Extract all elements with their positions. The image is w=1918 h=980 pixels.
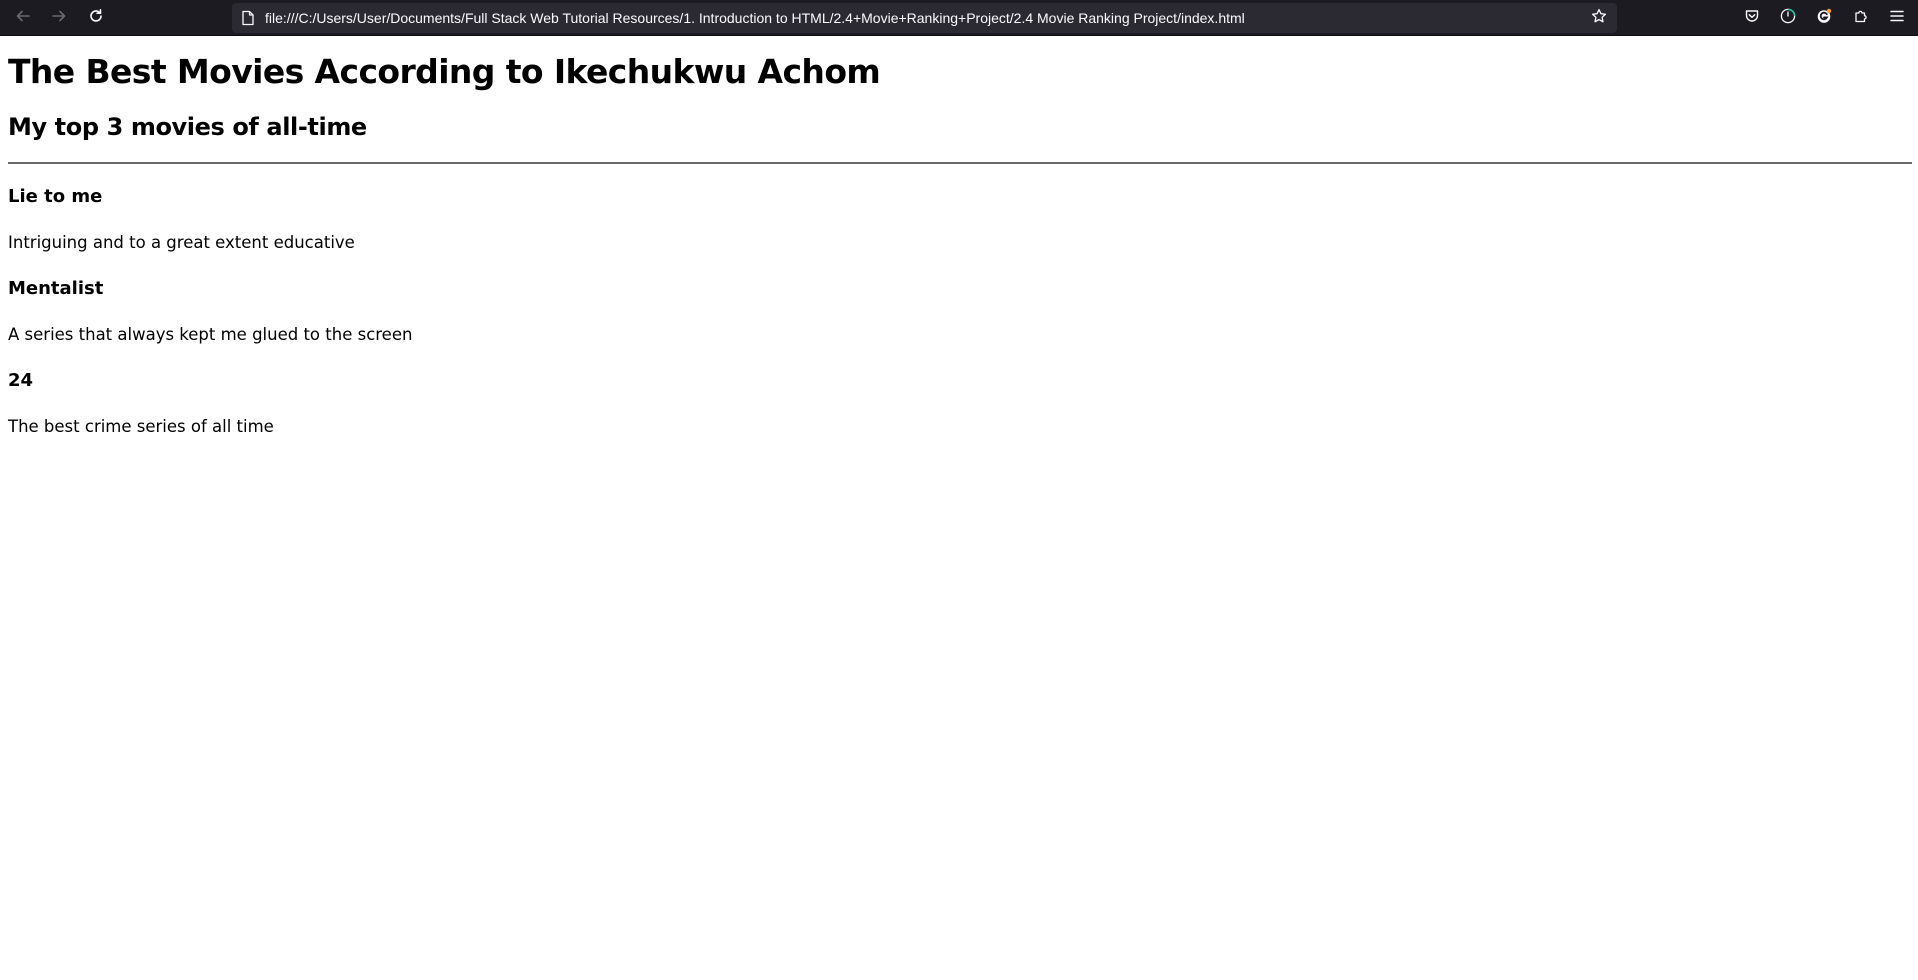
browser-toolbar: file:///C:/Users/User/Documents/Full Sta… bbox=[0, 0, 1918, 36]
pocket-button[interactable] bbox=[1738, 4, 1766, 32]
movie-description: A series that always kept me glued to th… bbox=[8, 325, 413, 344]
star-icon bbox=[1591, 8, 1607, 28]
puzzle-icon bbox=[1853, 8, 1869, 28]
url-text[interactable]: file:///C:/Users/User/Documents/Full Sta… bbox=[265, 3, 1565, 33]
app-menu-button[interactable] bbox=[1883, 4, 1911, 32]
extension-badge-icon bbox=[1816, 8, 1832, 28]
movie-title: Mentalist bbox=[8, 278, 104, 299]
movie-description: The best crime series of all time bbox=[8, 417, 274, 436]
back-arrow-icon bbox=[15, 8, 31, 28]
hamburger-menu-icon bbox=[1889, 8, 1905, 28]
extensions-button[interactable] bbox=[1847, 4, 1875, 32]
pocket-icon bbox=[1744, 8, 1760, 28]
movie-title: 24 bbox=[8, 370, 34, 391]
page-title: The Best Movies According to Ikechukwu A… bbox=[8, 52, 881, 91]
page-icon bbox=[240, 10, 256, 26]
extension-button[interactable] bbox=[1810, 4, 1838, 32]
page-content: The Best Movies According to Ikechukwu A… bbox=[0, 36, 1918, 980]
divider bbox=[8, 162, 1912, 164]
page-subtitle: My top 3 movies of all-time bbox=[8, 113, 367, 141]
movie-entry: Lie to me Intriguing and to a great exte… bbox=[8, 185, 1910, 255]
movie-entry: 24 The best crime series of all time bbox=[8, 369, 1910, 439]
movie-description: Intriguing and to a great extent educati… bbox=[8, 233, 355, 252]
forward-arrow-icon bbox=[51, 8, 67, 28]
back-button[interactable] bbox=[9, 4, 37, 32]
movie-title: Lie to me bbox=[8, 186, 103, 207]
reload-button[interactable] bbox=[82, 4, 110, 32]
forward-button[interactable] bbox=[45, 4, 73, 32]
reload-icon bbox=[88, 8, 104, 28]
account-button[interactable] bbox=[1774, 4, 1802, 32]
account-icon bbox=[1780, 8, 1796, 28]
movie-entry: Mentalist A series that always kept me g… bbox=[8, 277, 1910, 347]
bookmark-star-button[interactable] bbox=[1587, 6, 1611, 30]
address-bar[interactable]: file:///C:/Users/User/Documents/Full Sta… bbox=[232, 3, 1617, 33]
